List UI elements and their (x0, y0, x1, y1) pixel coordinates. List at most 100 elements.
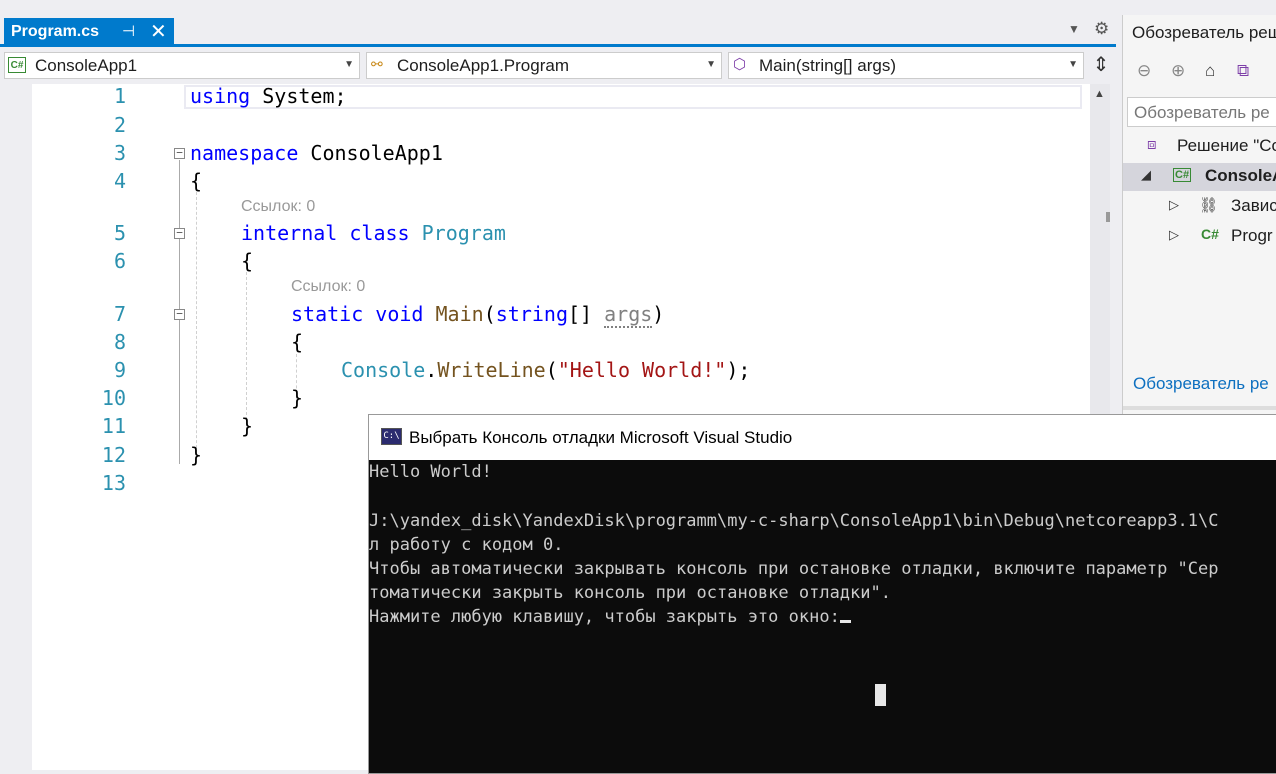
indent-guide (196, 192, 197, 458)
keyword: string (495, 302, 568, 326)
solution-search-input[interactable]: Обозреватель ре (1127, 97, 1276, 127)
tree-item-dependencies[interactable]: ▷ ⛓ Завис (1123, 193, 1276, 221)
tree-item-label: Решение "Co (1177, 136, 1276, 155)
scroll-marker (1106, 212, 1110, 222)
code-line-7: static void Main(string[] args) (291, 300, 664, 328)
line-number: 3 (113, 141, 126, 165)
code-line-6: { (241, 249, 254, 273)
switch-views-icon[interactable]: ⧉ (1237, 61, 1249, 81)
line-number: 13 (101, 471, 126, 495)
expand-icon[interactable]: ▷ (1169, 227, 1179, 243)
type-dropdown-label: ConsoleApp1.Program (397, 56, 569, 75)
tab-title: Program.cs (11, 23, 100, 40)
keyword: void (375, 302, 424, 326)
collapse-toggle[interactable]: − (174, 227, 185, 239)
code-line-1: using System; (190, 82, 347, 110)
console-prompt-text: Нажмите любую клавишу, чтобы закрыть это… (369, 607, 840, 627)
code-text: ConsoleApp1 (298, 141, 443, 165)
console-output-line: J:\yandex_disk\YandexDisk\programm\my-c-… (369, 511, 1219, 531)
keyword: internal (241, 221, 338, 245)
code-line-8: { (291, 330, 304, 354)
solution-icon: ⧈ (1147, 136, 1157, 153)
keyword: class (349, 221, 410, 245)
line-number: 9 (113, 358, 126, 382)
forward-icon[interactable]: ⊕ (1171, 61, 1185, 81)
block-cursor (875, 684, 886, 706)
type-dropdown[interactable]: ⚯ ConsoleApp1.Program ▼ (366, 52, 722, 79)
tab-dropdown-icon[interactable]: ▼ (1068, 22, 1080, 36)
tree-item-label: Завис (1231, 196, 1276, 215)
tree-item-label: ConsoleA (1205, 166, 1276, 185)
home-icon[interactable]: ⌂ (1205, 61, 1215, 81)
chevron-down-icon: ▼ (706, 59, 716, 70)
line-number: 7 (113, 302, 126, 326)
unused-parameter: args (604, 302, 653, 328)
code-line-11: } (241, 414, 254, 438)
member-dropdown-label: Main(string[] args) (759, 56, 896, 75)
codelens-references[interactable]: Ссылок: 0 (291, 278, 365, 296)
member-dropdown[interactable]: ⬡ Main(string[] args) ▼ (728, 52, 1084, 79)
solution-explorer-tab[interactable]: Обозреватель ре (1133, 374, 1269, 394)
code-text: System; (250, 84, 347, 108)
collapse-toggle[interactable]: − (174, 147, 185, 159)
line-number: 8 (113, 330, 126, 354)
console-output-line: Чтобы автоматически закрывать консоль пр… (369, 559, 1219, 579)
code-text: ) (652, 302, 665, 326)
tab-program-cs[interactable]: Program.cs ⊣ ✕ (4, 18, 174, 47)
project-dropdown-label: ConsoleApp1 (35, 56, 138, 75)
expand-icon[interactable]: ▷ (1169, 197, 1179, 213)
line-number: 12 (101, 443, 126, 467)
csharp-project-icon: C# (1173, 168, 1192, 182)
code-line-5: internal class Program (241, 219, 506, 247)
console-title: Выбрать Консоль отладки Microsoft Visual… (409, 428, 793, 447)
text-cursor (839, 620, 851, 623)
dependencies-icon: ⛓ (1199, 197, 1219, 214)
type-name: Program (421, 221, 506, 245)
code-line-4: { (190, 169, 203, 193)
line-number: 11 (101, 414, 126, 438)
code-text: [] (567, 302, 605, 326)
method-name: WriteLine (437, 358, 546, 382)
scroll-up-icon[interactable]: ▲ (1094, 88, 1105, 100)
console-output-line: томатически закрыть консоль при остановк… (369, 583, 891, 603)
csharp-project-icon: C# (8, 57, 26, 73)
debug-console-window[interactable]: C:\ Выбрать Консоль отладки Microsoft Vi… (368, 414, 1276, 774)
split-editor-icon[interactable]: ⇕ (1089, 52, 1113, 79)
tree-item-project[interactable]: ◢ C# ConsoleA (1123, 163, 1276, 191)
gear-icon[interactable]: ⚙ (1094, 19, 1109, 39)
console-titlebar[interactable]: C:\ Выбрать Консоль отладки Microsoft Vi… (369, 415, 1276, 460)
code-text: ( (483, 302, 496, 326)
line-number: 10 (101, 386, 126, 410)
search-placeholder: Обозреватель ре (1134, 103, 1270, 122)
method-icon: ⬡ (733, 56, 747, 73)
code-line-10: } (291, 386, 304, 410)
console-output-line: л работу с кодом 0. (369, 535, 564, 555)
tree-item-solution[interactable]: ⧈ Решение "Co (1123, 133, 1276, 161)
pin-icon[interactable]: ⊣ (122, 22, 135, 40)
close-icon[interactable]: ✕ (150, 19, 167, 44)
csharp-file-icon: C# (1201, 226, 1219, 242)
console-output-line: Hello World! (369, 462, 492, 482)
code-text: ( (545, 358, 558, 382)
code-line-12: } (190, 443, 203, 467)
line-number: 5 (113, 221, 126, 245)
line-number: 4 (113, 169, 126, 193)
back-icon[interactable]: ⊖ (1137, 61, 1151, 81)
document-tab-strip: Program.cs ⊣ ✕ ▼ ⚙ (0, 0, 1120, 47)
solution-explorer-toolbar: ⊖ ⊕ ⌂ ⧉ (1123, 53, 1276, 89)
class-icon: ⚯ (371, 56, 383, 72)
tree-item-program[interactable]: ▷ C# Progr (1123, 223, 1276, 251)
collapse-toggle[interactable]: − (174, 308, 185, 320)
keyword: static (291, 302, 364, 326)
type-name: Console (341, 358, 426, 382)
tab-underline (0, 44, 1116, 47)
keyword: namespace (190, 141, 299, 165)
project-dropdown[interactable]: C# ConsoleApp1 ▼ (4, 52, 360, 79)
codelens-references[interactable]: Ссылок: 0 (241, 198, 315, 216)
expand-icon[interactable]: ◢ (1141, 167, 1151, 183)
code-text: . (425, 358, 438, 382)
keyword: using (190, 84, 251, 108)
line-number: 6 (113, 249, 126, 273)
panel-separator (1123, 406, 1276, 410)
method-name: Main (435, 302, 484, 326)
